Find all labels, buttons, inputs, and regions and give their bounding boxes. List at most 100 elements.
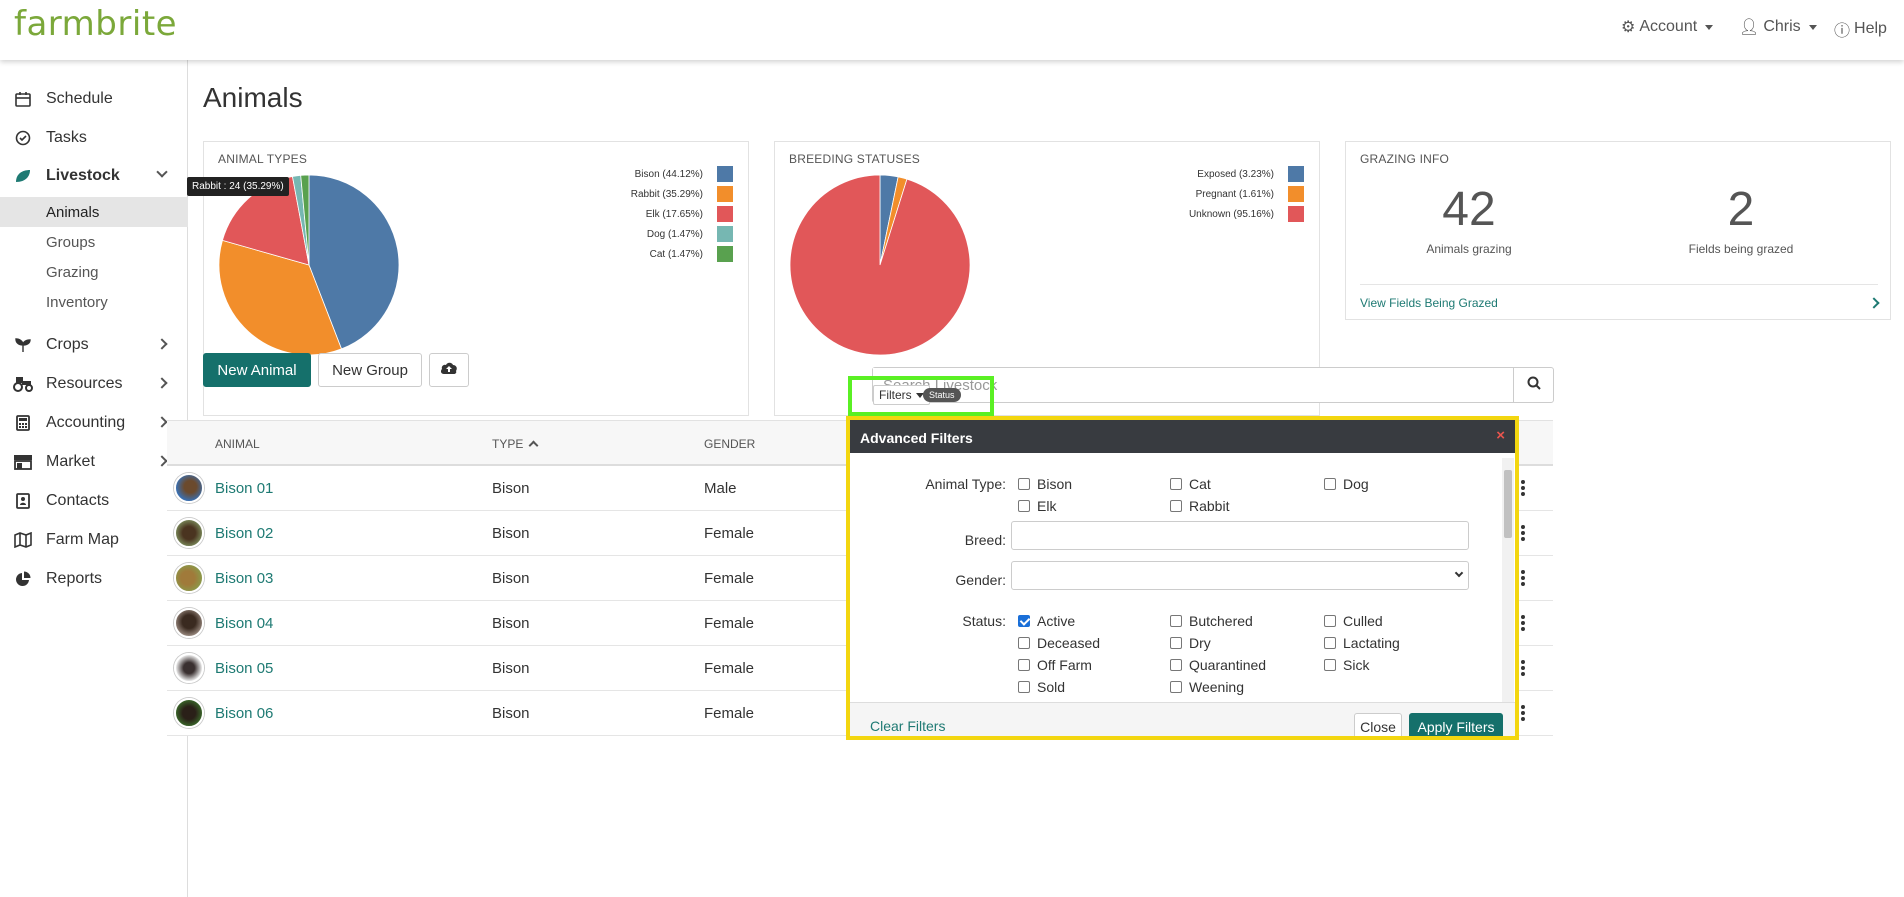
legend-swatch — [717, 226, 733, 242]
upload-button[interactable] — [429, 353, 469, 387]
animal-name-link[interactable]: Bison 03 — [215, 570, 273, 587]
breed-input[interactable] — [1011, 521, 1469, 550]
animal-gender: Female — [704, 705, 755, 722]
row-actions-menu-icon[interactable] — [1521, 480, 1525, 498]
checkbox-label: Sick — [1343, 657, 1370, 673]
checkbox-active[interactable]: Active — [1018, 613, 1075, 629]
animal-type: Bison — [492, 660, 530, 677]
animal-name-link[interactable]: Bison 04 — [215, 615, 273, 632]
logo[interactable]: farmbrite — [14, 4, 177, 44]
checkbox-dog[interactable]: Dog — [1324, 476, 1369, 492]
chevron-down-icon — [156, 166, 168, 178]
sidebar-item-farm-map[interactable]: Farm Map — [0, 523, 188, 557]
sidebar-item-resources[interactable]: Resources — [0, 367, 188, 401]
user-menu[interactable]: 👤︎ Chris — [1739, 17, 1817, 37]
sidebar-item-livestock[interactable]: Livestock — [0, 159, 188, 193]
search-button[interactable] — [1513, 368, 1553, 402]
checkbox-quarantined[interactable]: Quarantined — [1170, 657, 1266, 673]
checkbox-box — [1324, 478, 1336, 490]
checkbox-cat[interactable]: Cat — [1170, 476, 1211, 492]
sidebar-subitem-groups[interactable]: Groups — [0, 227, 188, 257]
chevron-right-icon[interactable] — [1868, 297, 1880, 309]
close-button[interactable]: Close — [1354, 713, 1402, 736]
row-actions-menu-icon[interactable] — [1521, 615, 1525, 633]
sidebar-subitem-grazing[interactable]: Grazing — [0, 257, 188, 287]
checkbox-rabbit[interactable]: Rabbit — [1170, 498, 1229, 514]
apply-filters-button[interactable]: Apply Filters — [1409, 713, 1503, 736]
checkbox-label: Butchered — [1189, 613, 1253, 629]
fields-grazed-label: Fields being grazed — [1688, 242, 1794, 256]
row-actions-menu-icon[interactable] — [1521, 705, 1525, 723]
animal-name-link[interactable]: Bison 02 — [215, 525, 273, 542]
checkbox-box — [1018, 659, 1030, 671]
check-circle-icon — [12, 128, 34, 148]
help-link[interactable]: ⓘ Help — [1834, 17, 1887, 41]
close-icon[interactable]: × — [1496, 427, 1505, 444]
checkbox-culled[interactable]: Culled — [1324, 613, 1383, 629]
checkbox-box — [1018, 637, 1030, 649]
checkbox-label: Weening — [1189, 679, 1245, 695]
animal-name-link[interactable]: Bison 05 — [215, 660, 273, 677]
sidebar-item-market[interactable]: Market — [0, 445, 188, 479]
checkbox-deceased[interactable]: Deceased — [1018, 635, 1100, 651]
animal-name-link[interactable]: Bison 01 — [215, 480, 273, 497]
sidebar-item-schedule[interactable]: Schedule — [0, 82, 188, 116]
filters-dropdown[interactable]: Filters — [873, 385, 930, 405]
checkbox-label: Sold — [1037, 679, 1066, 695]
checkbox-label: Deceased — [1037, 635, 1101, 651]
checkbox-sold[interactable]: Sold — [1018, 679, 1065, 695]
column-header-animal[interactable]: ANIMAL — [215, 437, 260, 451]
sidebar-item-label: Resources — [46, 375, 123, 392]
avatar — [174, 563, 204, 593]
clear-filters-link[interactable]: Clear Filters — [870, 718, 945, 734]
sidebar-item-accounting[interactable]: Accounting — [0, 406, 188, 440]
gender-select[interactable] — [1011, 561, 1469, 590]
checkbox-label: Cat — [1189, 476, 1211, 492]
legend-swatch — [1288, 166, 1304, 182]
sidebar-item-label: Market — [46, 453, 95, 470]
sidebar-item-reports[interactable]: Reports — [0, 562, 188, 596]
pie-slice-unknown[interactable] — [789, 174, 971, 356]
grazing-info-card: GRAZING INFO 42 Animals grazing 2 Fields… — [1345, 141, 1891, 320]
row-actions-menu-icon[interactable] — [1521, 660, 1525, 678]
chevron-right-icon — [156, 338, 168, 350]
livestock-icon — [12, 166, 34, 186]
checkbox-label: Culled — [1343, 613, 1383, 629]
checkbox-weening[interactable]: Weening — [1170, 679, 1244, 695]
new-animal-button[interactable]: New Animal — [203, 353, 311, 387]
sidebar-subitem-animals[interactable]: Animals — [0, 197, 188, 227]
account-menu[interactable]: ⚙ Account — [1621, 17, 1714, 37]
status-filter-badge[interactable]: Status — [923, 388, 961, 402]
checkbox-dry[interactable]: Dry — [1170, 635, 1211, 651]
column-header-type[interactable]: TYPE — [492, 437, 539, 451]
row-actions-menu-icon[interactable] — [1521, 525, 1525, 543]
sidebar-item-crops[interactable]: Crops — [0, 328, 188, 362]
column-label: TYPE — [492, 437, 524, 451]
sidebar: Schedule Tasks Livestock Animals Groups … — [0, 60, 188, 897]
sidebar-item-contacts[interactable]: Contacts — [0, 484, 188, 518]
checkbox-butchered[interactable]: Butchered — [1170, 613, 1253, 629]
checkbox-bison[interactable]: Bison — [1018, 476, 1072, 492]
animal-gender: Female — [704, 615, 755, 632]
legend-item: Cat (1.47%) — [631, 244, 733, 264]
scrollbar-thumb[interactable] — [1504, 470, 1512, 538]
column-header-gender[interactable]: GENDER — [704, 437, 755, 451]
checkbox-elk[interactable]: Elk — [1018, 498, 1056, 514]
checkbox-sick[interactable]: Sick — [1324, 657, 1369, 673]
row-actions-menu-icon[interactable] — [1521, 570, 1525, 588]
advanced-filters-footer: Clear Filters Close Apply Filters — [850, 702, 1515, 736]
sidebar-subitem-inventory[interactable]: Inventory — [0, 287, 188, 317]
store-icon — [12, 452, 34, 472]
sidebar-item-tasks[interactable]: Tasks — [0, 121, 188, 155]
animals-grazing-count: 42 — [1442, 183, 1496, 236]
checkbox-lactating[interactable]: Lactating — [1324, 635, 1400, 651]
checkbox-box — [1018, 681, 1030, 693]
checkbox-off-farm[interactable]: Off Farm — [1018, 657, 1092, 673]
new-group-button[interactable]: New Group — [318, 353, 422, 387]
avatar — [174, 473, 204, 503]
legend-item: Exposed (3.23%) — [1189, 164, 1304, 184]
animal-name-link[interactable]: Bison 06 — [215, 705, 273, 722]
checkbox-label: Lactating — [1343, 635, 1400, 651]
view-fields-link[interactable]: View Fields Being Grazed — [1360, 296, 1498, 310]
scrollbar[interactable] — [1502, 458, 1514, 702]
